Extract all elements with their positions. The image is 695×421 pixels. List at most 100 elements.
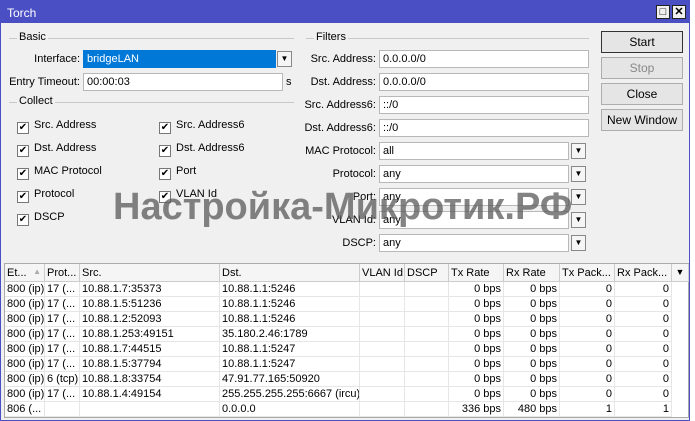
collect-checkbox[interactable]: ✔ Src. Address6: [159, 119, 244, 134]
table-cell: 1: [560, 402, 615, 417]
collect-checkbox[interactable]: ✔ Dst. Address: [17, 142, 96, 157]
checkbox-icon[interactable]: ✔: [17, 168, 29, 180]
table-cell: 0 bps: [449, 372, 504, 387]
checkbox-icon[interactable]: ✔: [159, 145, 171, 157]
checkbox-icon[interactable]: ✔: [17, 191, 29, 203]
collect-checkbox[interactable]: ✔ Dst. Address6: [159, 142, 244, 157]
column-header[interactable]: Tx Rate: [449, 264, 504, 282]
table-cell: 0 bps: [449, 327, 504, 342]
table-row[interactable]: 806 (... 0.0.0.0 336 bps 480 bps 1 1: [5, 402, 688, 417]
dropdown-arrow-icon[interactable]: ▼: [571, 143, 586, 159]
table-cell: 35.180.2.46:1789: [220, 327, 360, 342]
stop-button[interactable]: Stop: [601, 57, 683, 79]
table-cell: [360, 312, 405, 327]
filter-label: Dst. Address:: [310, 76, 376, 88]
filter-label: VLAN Id:: [331, 214, 376, 226]
table-cell: 336 bps: [449, 402, 504, 417]
title-bar[interactable]: Torch □ ✕: [1, 1, 689, 23]
table-cell: 10.88.1.1:5246: [220, 297, 360, 312]
filters-header: Filters: [314, 31, 348, 43]
dropdown-arrow-icon[interactable]: ▼: [277, 51, 292, 67]
table-cell: 0 bps: [449, 357, 504, 372]
column-header[interactable]: Dst.: [220, 264, 360, 282]
collect-checkbox[interactable]: ✔ MAC Protocol: [17, 165, 102, 180]
dropdown-arrow-icon[interactable]: ▼: [571, 235, 586, 251]
collect-checkbox[interactable]: ✔ Src. Address: [17, 119, 96, 134]
table-row[interactable]: 800 (ip) 17 (... 10.88.1.253:49151 35.180.2…: [5, 327, 688, 342]
start-button[interactable]: Start: [601, 31, 683, 53]
checkbox-icon[interactable]: ✔: [17, 122, 29, 134]
collect-checkbox[interactable]: ✔ Port: [159, 165, 196, 180]
table-cell: 0 bps: [504, 357, 560, 372]
filter-input[interactable]: 0.0.0.0/0: [379, 50, 589, 68]
interface-select[interactable]: bridgeLAN: [83, 50, 276, 68]
dropdown-arrow-icon[interactable]: ▼: [571, 212, 586, 228]
maximize-icon[interactable]: □: [656, 5, 670, 19]
table-row[interactable]: 800 (ip) 17 (... 10.88.1.5:51236 10.88.1.1:…: [5, 297, 688, 312]
table-cell: 0 bps: [504, 372, 560, 387]
table-cell: [80, 402, 220, 417]
filter-input[interactable]: ::/0: [379, 96, 589, 114]
table-cell: 0 bps: [504, 387, 560, 402]
column-header[interactable]: Prot...: [45, 264, 80, 282]
table-row[interactable]: 800 (ip) 17 (... 10.88.1.7:35373 10.88.1.1:…: [5, 282, 688, 297]
checkbox-icon[interactable]: ✔: [17, 145, 29, 157]
checkbox-icon[interactable]: ✔: [159, 191, 171, 203]
filter-input[interactable]: any: [379, 188, 569, 206]
collect-checkbox[interactable]: ✔ VLAN Id: [159, 188, 217, 203]
table-cell: 10.88.1.5:37794: [80, 357, 220, 372]
table-cell: 800 (ip): [5, 357, 45, 372]
table-cell: 17 (...: [45, 387, 80, 402]
column-header[interactable]: Src.: [80, 264, 220, 282]
table-cell: 17 (...: [45, 327, 80, 342]
table-cell: 806 (...: [5, 402, 45, 417]
filter-input[interactable]: any: [379, 234, 569, 252]
entry-timeout-input[interactable]: 00:00:03: [83, 73, 283, 91]
table-cell: 800 (ip): [5, 282, 45, 297]
checkbox-icon[interactable]: ✔: [17, 214, 29, 226]
checkbox-icon[interactable]: ✔: [159, 122, 171, 134]
table-cell: [360, 357, 405, 372]
table-cell: 17 (...: [45, 312, 80, 327]
filter-input[interactable]: any: [379, 165, 569, 183]
filter-label: Src. Address6:: [304, 99, 376, 111]
table-cell: 0 bps: [504, 312, 560, 327]
filter-input[interactable]: 0.0.0.0/0: [379, 73, 589, 91]
window-title: Torch: [7, 6, 37, 20]
column-menu-icon[interactable]: ▼: [672, 264, 689, 282]
column-header[interactable]: Rx Rate: [504, 264, 560, 282]
table-cell: [405, 402, 449, 417]
close-icon[interactable]: ✕: [672, 5, 686, 19]
new-window-button[interactable]: New Window: [601, 109, 683, 131]
table-row[interactable]: 800 (ip) 17 (... 10.88.1.5:37794 10.88.1.1:…: [5, 357, 688, 372]
filter-input[interactable]: all: [379, 142, 569, 160]
checkbox-icon[interactable]: ✔: [159, 168, 171, 180]
table-cell: 0: [615, 282, 672, 297]
dropdown-arrow-icon[interactable]: ▼: [571, 189, 586, 205]
collect-checkbox[interactable]: ✔ Protocol: [17, 188, 74, 203]
table-cell: [360, 372, 405, 387]
table-cell: 0: [560, 387, 615, 402]
table-cell: 10.88.1.7:35373: [80, 282, 220, 297]
column-header[interactable]: DSCP: [405, 264, 449, 282]
column-header[interactable]: Tx Pack...: [560, 264, 615, 282]
dropdown-arrow-icon[interactable]: ▼: [571, 166, 586, 182]
table-row[interactable]: 800 (ip) 17 (... 10.88.1.7:44515 10.88.1.1:…: [5, 342, 688, 357]
close-button[interactable]: Close: [601, 83, 683, 105]
table-cell: 0: [615, 312, 672, 327]
table-cell: 47.91.77.165:50920: [220, 372, 360, 387]
table-row[interactable]: 800 (ip) 17 (... 10.88.1.2:52093 10.88.1.1:…: [5, 312, 688, 327]
column-header[interactable]: VLAN Id: [360, 264, 405, 282]
filter-input[interactable]: ::/0: [379, 119, 589, 137]
column-header[interactable]: Rx Pack...: [615, 264, 672, 282]
basic-header: Basic: [17, 31, 48, 43]
table-row[interactable]: 800 (ip) 6 (tcp) 10.88.1.8:33754 47.91.77.1…: [5, 372, 688, 387]
collect-checkbox[interactable]: ✔ DSCP: [17, 211, 65, 226]
table-cell: [360, 402, 405, 417]
table-cell: [360, 282, 405, 297]
column-header[interactable]: Et... ▲: [5, 264, 45, 282]
filter-input[interactable]: any: [379, 211, 569, 229]
table-cell: 17 (...: [45, 357, 80, 372]
table-row[interactable]: 800 (ip) 17 (... 10.88.1.4:49154 255.255.25…: [5, 387, 688, 402]
table-cell: [405, 357, 449, 372]
